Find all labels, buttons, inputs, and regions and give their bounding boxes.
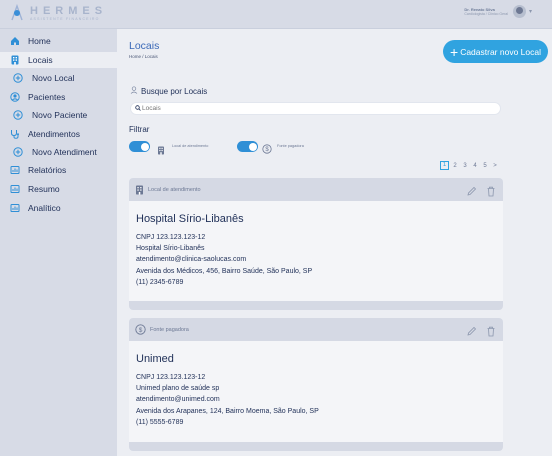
search-input[interactable]: [142, 105, 482, 112]
plus-circle-icon: [13, 147, 23, 157]
local-card: $ Fonte pagadora Unimed CNPJ 123.123.123…: [129, 318, 503, 451]
trash-icon[interactable]: [486, 184, 496, 202]
edit-icon[interactable]: [466, 324, 477, 342]
sidebar-item-label: Locais: [28, 55, 53, 65]
page-button[interactable]: 5: [480, 163, 490, 169]
card-phone: (11) 5555-6789: [136, 418, 184, 426]
page-button[interactable]: 3: [460, 163, 470, 169]
plus-icon: +: [450, 43, 459, 60]
card-footer: [129, 301, 503, 310]
page-button-current[interactable]: 1: [440, 161, 449, 170]
user-outline-icon: [130, 86, 138, 96]
card-name: Unimed: [136, 353, 174, 365]
card-name: Hospital Sírio-Libanês: [136, 213, 244, 225]
report-icon: [10, 203, 20, 213]
page-title: Locais: [129, 40, 160, 52]
sidebar-item-atendimentos[interactable]: Atendimentos: [0, 126, 117, 142]
card-cnpj: CNPJ 123.123.123-12: [136, 234, 206, 241]
card-header: Local de atendimento: [129, 178, 503, 201]
brand-title: HERMES: [30, 4, 108, 17]
search-title-text: Busque por Locais: [141, 86, 208, 96]
search-field[interactable]: [130, 102, 501, 115]
search-section-title: Busque por Locais: [130, 86, 207, 96]
filter-fonte-toggle[interactable]: [237, 141, 258, 152]
sidebar-item-label: Novo Local: [32, 73, 75, 83]
plus-circle-icon: [13, 110, 23, 120]
brand-subtitle: ASSISTENTE FINANCEIRO: [30, 16, 100, 21]
avatar[interactable]: [512, 5, 526, 18]
sidebar-item-label: Atendimentos: [28, 129, 80, 139]
filter-fonte-label: Fonte pagadora: [277, 144, 304, 148]
search-icon: [135, 104, 141, 113]
card-address: Avenida dos Médicos, 456, Bairro Saúde, …: [136, 267, 313, 275]
sidebar-item-resumo[interactable]: Resumo: [0, 181, 117, 197]
next-page-button[interactable]: >: [490, 163, 500, 169]
sidebar-item-label: Home: [28, 36, 51, 46]
svg-text:$: $: [139, 327, 143, 334]
card-email: atendimento@clinica-saolucas.com: [136, 256, 247, 264]
building-icon: [135, 185, 144, 195]
chevron-down-icon[interactable]: ▾: [529, 8, 532, 15]
pagination: 1 2 3 4 5 >: [440, 161, 500, 170]
building-icon: [10, 55, 20, 65]
main-content: Locais Home / Locais + Cadastrar novo Lo…: [117, 29, 552, 456]
card-type-label: Fonte pagadora: [150, 326, 189, 333]
sidebar-item-label: Analítico: [28, 203, 61, 213]
hermes-logo-icon: [10, 4, 24, 22]
sidebar-item-pacientes[interactable]: Pacientes: [0, 89, 117, 105]
sidebar-item-novo-local[interactable]: Novo Local: [0, 70, 117, 86]
home-icon: [10, 36, 20, 46]
card-description: Hospital Sírio-Libanês: [136, 245, 205, 253]
top-bar: HERMES ASSISTENTE FINANCEIRO Dr. Renato …: [0, 0, 552, 29]
card-description: Unimed plano de saúde sp: [136, 385, 220, 393]
sidebar-item-label: Novo Atendimento: [32, 147, 97, 157]
sidebar-item-analitico[interactable]: Analítico: [0, 200, 117, 216]
building-icon: [157, 142, 165, 160]
card-footer: [129, 442, 503, 451]
page-button[interactable]: 2: [450, 163, 460, 169]
add-local-button[interactable]: + Cadastrar novo Local: [443, 40, 548, 63]
breadcrumb[interactable]: Home / Locais: [129, 54, 158, 59]
stethoscope-icon: [10, 129, 20, 139]
page-button[interactable]: 4: [470, 163, 480, 169]
filter-label: Filtrar: [129, 125, 150, 134]
sidebar-item-label: Resumo: [28, 184, 60, 194]
edit-icon[interactable]: [466, 184, 477, 202]
card-address: Avenida dos Arapanes, 124, Bairro Moema,…: [136, 407, 319, 415]
card-type-label: Local de atendimento: [148, 186, 201, 193]
user-circle-icon: [10, 92, 20, 102]
sidebar-item-locais[interactable]: Locais: [0, 52, 117, 68]
sidebar-item-label: Novo Paciente: [32, 110, 88, 120]
report-icon: [10, 165, 20, 175]
sidebar-item-home[interactable]: Home: [0, 33, 117, 49]
card-phone: (11) 2345-6789: [136, 278, 184, 286]
dollar-circle-icon: $: [135, 324, 146, 335]
sidebar-item-novo-atendimento[interactable]: Novo Atendimento: [0, 144, 117, 160]
filter-local-label: Local de atendimento: [172, 144, 209, 148]
svg-text:$: $: [265, 147, 269, 153]
plus-circle-icon: [13, 73, 23, 83]
sidebar-item-relatorios[interactable]: Relatórios: [0, 162, 117, 178]
filter-local-toggle[interactable]: [129, 141, 150, 152]
brand-logo[interactable]: HERMES ASSISTENTE FINANCEIRO: [10, 4, 107, 22]
sidebar: Home Locais Novo Local Pacientes Novo Pa…: [0, 29, 117, 456]
sidebar-item-label: Relatórios: [28, 165, 67, 175]
local-card: Local de atendimento Hospital Sírio-Liba…: [129, 178, 503, 310]
card-header: $ Fonte pagadora: [129, 318, 503, 341]
card-cnpj: CNPJ 123.123.123-12: [136, 374, 206, 381]
add-local-button-label: Cadastrar novo Local: [460, 46, 541, 57]
dollar-circle-icon: $: [262, 141, 272, 159]
user-role: Cardiologista / Clínico Geral: [464, 12, 508, 16]
sidebar-item-label: Pacientes: [28, 92, 66, 102]
card-email: atendimento@unimed.com: [136, 396, 220, 404]
user-menu[interactable]: Dr. Renato Silva Cardiologista / Clínico…: [464, 5, 532, 18]
report-icon: [10, 184, 20, 194]
trash-icon[interactable]: [486, 324, 496, 342]
sidebar-item-novo-paciente[interactable]: Novo Paciente: [0, 107, 117, 123]
